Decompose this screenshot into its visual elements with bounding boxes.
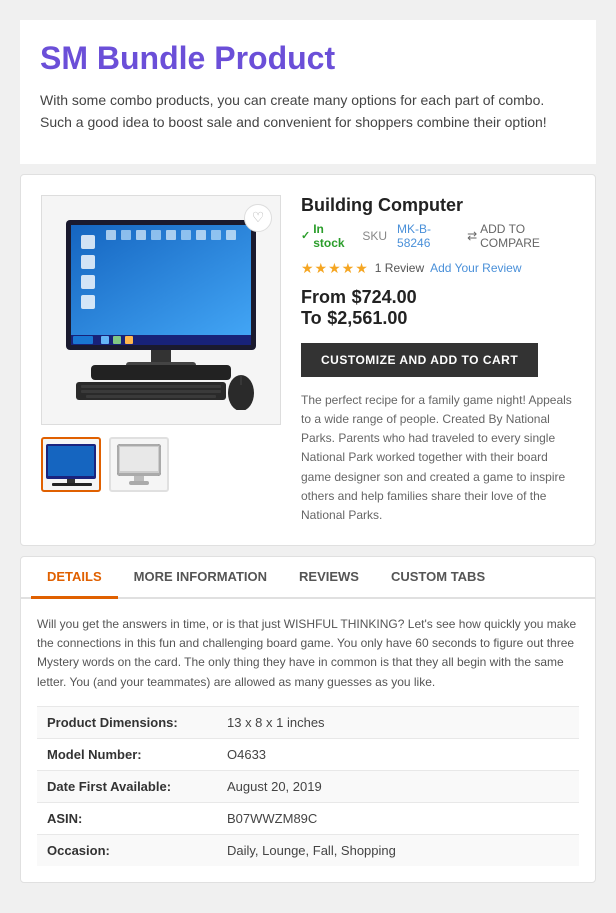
tab-more-information[interactable]: MORE INFORMATION xyxy=(118,557,283,599)
product-title: Building Computer xyxy=(301,195,575,216)
product-meta: In stock SKU MK-B-58246 ⇄ ADD TO COMPARE xyxy=(301,222,575,250)
product-main: ♡ xyxy=(41,195,575,525)
price-to-value: $2,561.00 xyxy=(327,308,407,328)
sku-label: SKU xyxy=(362,229,387,243)
spec-label: Product Dimensions: xyxy=(37,706,217,738)
spec-label: ASIN: xyxy=(37,802,217,834)
table-row: Model Number:O4633 xyxy=(37,738,579,770)
compare-icon: ⇄ xyxy=(467,229,477,243)
star-rating: ★★★★★ xyxy=(301,260,369,277)
in-stock-badge: In stock xyxy=(301,222,352,250)
table-row: Product Dimensions:13 x 8 x 1 inches xyxy=(37,706,579,738)
compare-link[interactable]: ⇄ ADD TO COMPARE xyxy=(467,222,575,250)
table-row: Occasion:Daily, Lounge, Fall, Shopping xyxy=(37,834,579,866)
page-header: SM Bundle Product With some combo produc… xyxy=(20,20,596,164)
product-image-area: ♡ xyxy=(41,195,281,525)
thumbnail-2[interactable] xyxy=(109,437,169,492)
rating-row: ★★★★★ 1 Review Add Your Review xyxy=(301,260,575,277)
heart-icon: ♡ xyxy=(252,209,265,226)
product-info: Building Computer In stock SKU MK-B-5824… xyxy=(301,195,575,525)
product-card: ♡ xyxy=(20,174,596,546)
product-thumbnails xyxy=(41,437,281,492)
sku-value[interactable]: MK-B-58246 xyxy=(397,222,457,250)
price-to: To $2,561.00 xyxy=(301,308,575,329)
tab-details-text: Will you get the answers in time, or is … xyxy=(37,615,579,692)
tab-bar: DETAILS MORE INFORMATION REVIEWS CUSTOM … xyxy=(21,557,595,599)
price-range: From $724.00 To $2,561.00 xyxy=(301,287,575,329)
spec-value: Daily, Lounge, Fall, Shopping xyxy=(217,834,579,866)
table-row: Date First Available:August 20, 2019 xyxy=(37,770,579,802)
spec-value: B07WWZM89C xyxy=(217,802,579,834)
spec-value: O4633 xyxy=(217,738,579,770)
add-review-link[interactable]: Add Your Review xyxy=(430,261,521,275)
spec-value: August 20, 2019 xyxy=(217,770,579,802)
spec-label: Occasion: xyxy=(37,834,217,866)
thumbnail-1[interactable] xyxy=(41,437,101,492)
spec-table: Product Dimensions:13 x 8 x 1 inchesMode… xyxy=(37,706,579,866)
product-description: The perfect recipe for a family game nig… xyxy=(301,391,575,525)
spec-label: Date First Available: xyxy=(37,770,217,802)
spec-value: 13 x 8 x 1 inches xyxy=(217,706,579,738)
tab-custom-tabs[interactable]: CUSTOM TABS xyxy=(375,557,501,599)
wishlist-button[interactable]: ♡ xyxy=(244,204,272,232)
price-from-label: From xyxy=(301,287,346,307)
tab-reviews[interactable]: REVIEWS xyxy=(283,557,375,599)
tab-details[interactable]: DETAILS xyxy=(31,557,118,599)
compare-label: ADD TO COMPARE xyxy=(480,222,575,250)
table-row: ASIN:B07WWZM89C xyxy=(37,802,579,834)
product-main-image: ♡ xyxy=(41,195,281,425)
review-count: 1 Review xyxy=(375,261,424,275)
price-from: From $724.00 xyxy=(301,287,575,308)
price-to-label: To xyxy=(301,308,322,328)
customize-add-to-cart-button[interactable]: CUSTOMIZE AND ADD TO CART xyxy=(301,343,538,377)
page-title: SM Bundle Product xyxy=(40,40,576,77)
tabs-section: DETAILS MORE INFORMATION REVIEWS CUSTOM … xyxy=(20,556,596,883)
price-from-value: $724.00 xyxy=(352,287,417,307)
page-description: With some combo products, you can create… xyxy=(40,89,576,134)
product-illustration xyxy=(51,210,271,410)
spec-label: Model Number: xyxy=(37,738,217,770)
tab-content: Will you get the answers in time, or is … xyxy=(21,599,595,882)
